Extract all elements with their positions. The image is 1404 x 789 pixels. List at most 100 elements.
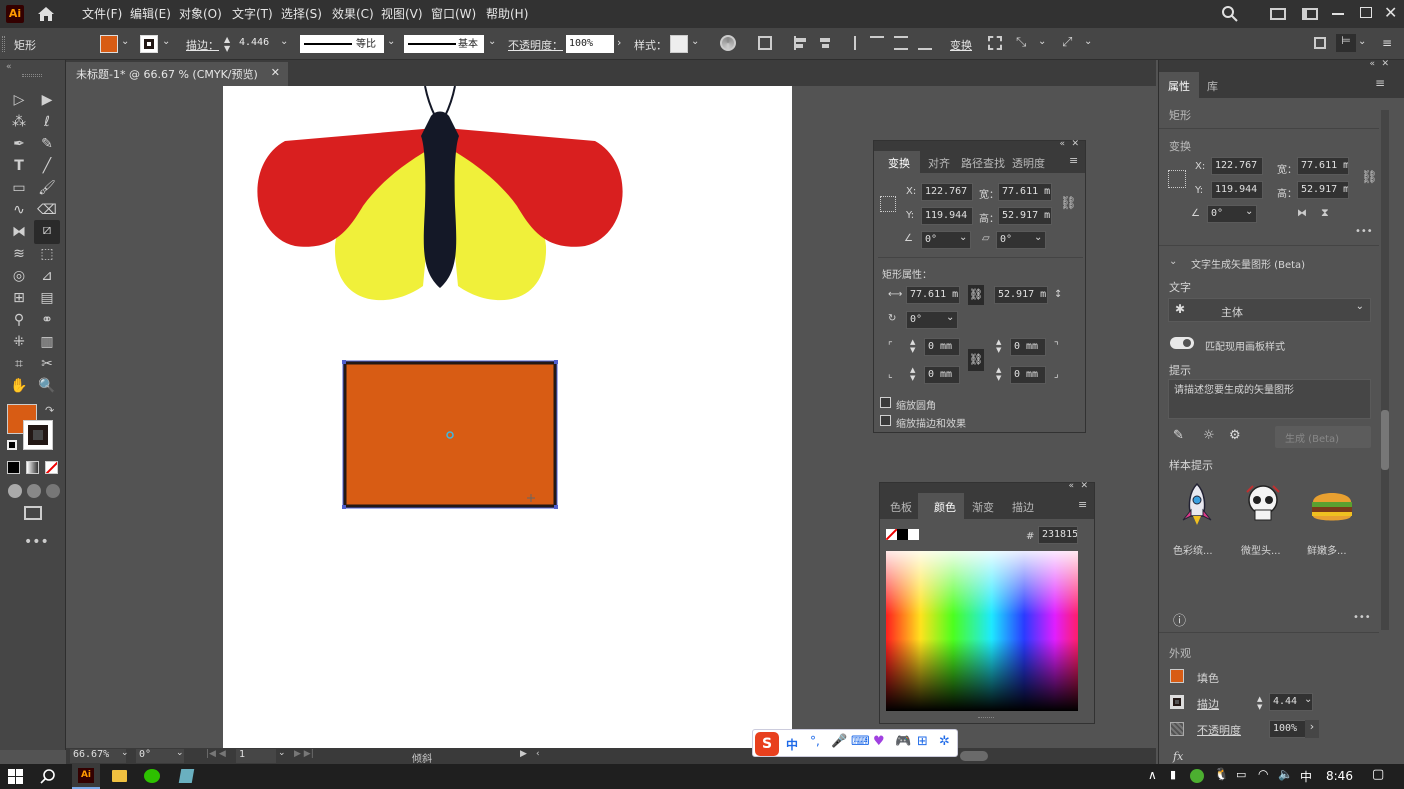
gradient-mode-icon[interactable] [26, 461, 39, 474]
collapse-icon[interactable]: « [1369, 59, 1375, 69]
isolate-icon[interactable] [988, 36, 1002, 50]
constrain-proportions-icon[interactable]: ⛓ [1361, 170, 1378, 185]
symbol-sprayer-icon[interactable]: ⁜ [8, 332, 30, 352]
last-artboard-icon[interactable]: ▶ ▶| [294, 749, 314, 759]
chevron-down-icon[interactable]: ⌄ [121, 36, 129, 47]
selected-rectangle[interactable] [342, 360, 558, 509]
mesh-tool-icon[interactable]: ⊞ [8, 288, 30, 308]
none-mode-icon[interactable] [45, 461, 58, 474]
illustrator-taskbar-icon[interactable]: Ai [72, 764, 100, 789]
align-center-icon[interactable] [818, 36, 832, 50]
panel-menu-icon[interactable]: ≡ [1375, 76, 1385, 90]
appearance-fill-swatch[interactable] [1170, 669, 1184, 683]
draw-inside-icon[interactable] [46, 484, 60, 498]
tab-pathfinder[interactable]: 路径查找 [961, 155, 1005, 171]
opacity-label[interactable]: 不透明度： [508, 37, 563, 53]
stepper-icon[interactable]: ▲ ▼ [910, 338, 915, 354]
tab-properties[interactable]: 属性 [1168, 78, 1190, 94]
scale-strokes-checkbox[interactable] [880, 415, 891, 426]
lasso-icon[interactable]: ℓ [36, 112, 58, 132]
chevron-down-icon[interactable]: ⌄ [1304, 694, 1312, 705]
stepper-icon[interactable]: ▲ ▼ [996, 366, 1001, 382]
fill-swatch[interactable] [100, 35, 118, 53]
type-tool-icon[interactable]: T [8, 156, 30, 176]
tab-gradient[interactable]: 渐变 [972, 499, 994, 515]
close-tab-icon[interactable]: ✕ [271, 66, 280, 79]
home-icon[interactable] [36, 4, 56, 24]
game-icon[interactable]: 🎮 [895, 734, 911, 749]
more-options-icon[interactable]: ••• [1353, 612, 1371, 623]
width-field[interactable]: 77.611 m [1297, 157, 1349, 175]
align-right-icon[interactable] [842, 36, 856, 50]
draw-behind-icon[interactable] [27, 484, 41, 498]
stroke-swatch[interactable] [140, 35, 158, 53]
shear-tool-icon[interactable]: ⧄ [34, 220, 60, 244]
tab-transform[interactable]: 变换 [888, 155, 910, 171]
butterfly[interactable] [257, 85, 623, 301]
opacity-field[interactable]: 100% [566, 35, 614, 53]
sample-skull-icon[interactable] [1243, 482, 1283, 526]
rect-height-field[interactable]: 52.917 m [994, 286, 1048, 304]
minimize-icon[interactable] [1332, 13, 1344, 15]
menu-file[interactable]: 文件(F) [82, 5, 122, 22]
windows-start-icon[interactable] [8, 769, 23, 784]
column-graph-icon[interactable]: ▥ [36, 332, 58, 352]
chevron-down-icon[interactable]: ⌄ [691, 36, 699, 47]
corner-bl-field[interactable]: 0 mm [924, 366, 960, 384]
y-field[interactable]: 119.944 [921, 207, 973, 225]
first-artboard-icon[interactable]: |◀ ◀ [206, 749, 226, 759]
chevron-down-icon[interactable]: ⌄ [1084, 36, 1092, 47]
arrange-documents-icon[interactable] [1270, 8, 1286, 20]
tab-stroke[interactable]: 描边 [1012, 499, 1034, 515]
height-field[interactable]: 52.917 m [998, 207, 1052, 225]
keyboard-icon[interactable]: ⌨ [851, 734, 870, 749]
match-style-toggle[interactable] [1170, 337, 1194, 349]
slice-tool-icon[interactable]: ✂ [36, 354, 58, 374]
paintbrush-icon[interactable]: 🖌 [36, 178, 58, 198]
settings-icon[interactable]: ✲ [939, 734, 950, 749]
y-field[interactable]: 119.944 [1211, 181, 1263, 199]
qq-icon[interactable]: 🐧 [1214, 767, 1229, 781]
collapse-icon[interactable]: « [6, 62, 12, 72]
gradient-tool-icon[interactable]: ▤ [36, 288, 58, 308]
chevron-down-icon[interactable]: ⌄ [1358, 36, 1366, 47]
black-swatch[interactable] [897, 529, 908, 540]
collapse-icon[interactable]: « [1068, 481, 1074, 491]
stepper-icon[interactable]: ▲ ▼ [996, 338, 1001, 354]
stroke-stepper-icon[interactable]: ▲ ▼ [224, 35, 230, 53]
recolor-artwork-icon[interactable] [720, 35, 736, 51]
chevron-right-icon[interactable]: › [1305, 720, 1319, 738]
stroke-weight-field[interactable]: 4.446 [236, 35, 276, 53]
ime-language[interactable]: 中 [786, 736, 798, 753]
sample-rocket-icon[interactable] [1179, 482, 1215, 526]
transform-link[interactable]: 变换 [950, 37, 972, 53]
tab-transparency[interactable]: 透明度 [1012, 155, 1045, 171]
opacity-field[interactable]: 100% [1269, 720, 1307, 738]
battery-icon[interactable]: ▭ [1236, 768, 1246, 781]
wifi-icon[interactable]: ◠ [1258, 767, 1268, 781]
align-to-icon[interactable] [758, 36, 772, 50]
workspace-icon[interactable] [1302, 8, 1318, 20]
menu-icon[interactable]: ≡ [1382, 36, 1392, 50]
envelope-icon[interactable]: ⤢ [1062, 35, 1072, 50]
volume-icon[interactable]: 🔈 [1278, 767, 1293, 781]
align-left-icon[interactable] [794, 36, 808, 50]
properties-toggle-icon[interactable]: ⊨ [1336, 34, 1356, 52]
chevron-down-icon[interactable]: ⌄ [162, 36, 170, 47]
chevron-down-icon[interactable]: ⌄ [176, 748, 184, 758]
info-icon[interactable]: ⓘ [1173, 610, 1186, 629]
layout-icon[interactable] [1314, 37, 1326, 49]
corner-tr-field[interactable]: 0 mm [1010, 338, 1046, 356]
tab-align[interactable]: 对齐 [928, 155, 950, 171]
search-icon[interactable] [40, 768, 56, 787]
taskbar-ime-language[interactable]: 中 [1300, 768, 1312, 785]
white-swatch[interactable] [908, 529, 919, 540]
style-picker-icon[interactable]: ✎ [1173, 428, 1184, 443]
opacity-label[interactable]: 不透明度 [1197, 722, 1241, 738]
height-field[interactable]: 52.917 m [1297, 181, 1349, 199]
document-tab[interactable]: 未标题-1* @ 66.67 % (CMYK/预览) ✕ [66, 62, 288, 86]
clock[interactable]: 8:46 [1326, 769, 1353, 783]
flip-vertical-icon[interactable]: ⧗ [1321, 206, 1329, 220]
tray-app-icon[interactable] [1190, 769, 1204, 783]
menu-object[interactable]: 对象(O) [179, 5, 222, 22]
